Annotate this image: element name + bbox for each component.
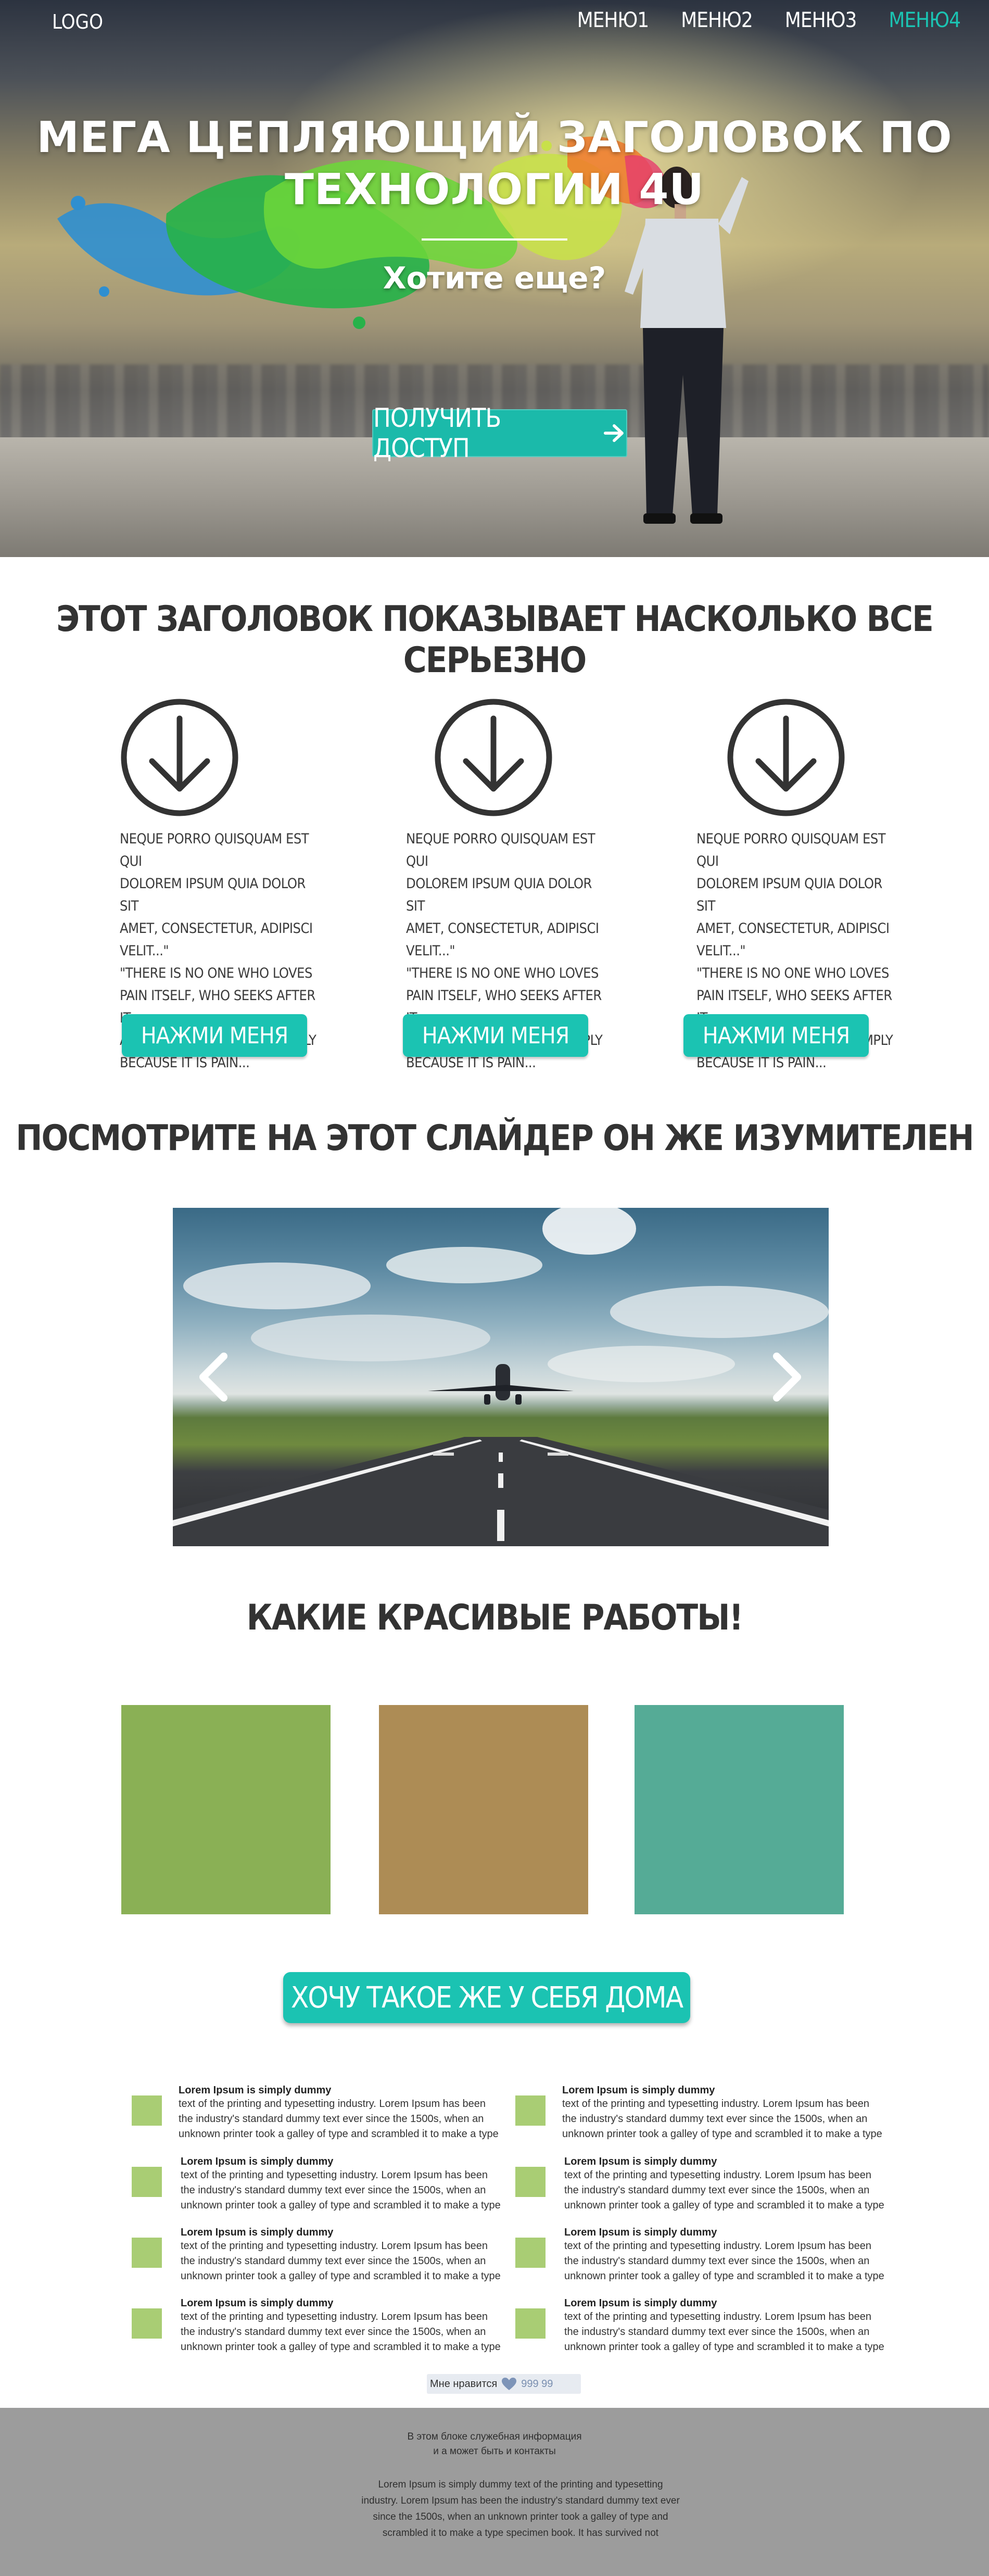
logo[interactable]: LOGO — [52, 10, 103, 33]
menu-item-4[interactable]: МЕНЮ4 — [889, 8, 961, 32]
item-square-icon — [132, 2095, 162, 2126]
heart-icon — [502, 2378, 517, 2390]
item-title: Lorem Ipsum is simply dummy — [564, 2156, 717, 2167]
press-me-button[interactable]: НАЖМИ МЕНЯ — [683, 1014, 869, 1057]
item-title: Lorem Ipsum is simply dummy — [181, 2227, 334, 2238]
work-tile-2[interactable] — [379, 1705, 588, 1914]
hero-subtitle: Хотите еще? — [383, 260, 606, 296]
item-text: text of the printing and typesetting ind… — [181, 2240, 501, 2282]
get-access-label: ПОЛУЧИТЬ ДОСТУП — [373, 403, 501, 463]
image-slider[interactable] — [173, 1208, 829, 1546]
footer: В этом блоке служебная информация и а мо… — [0, 2408, 989, 2576]
chevron-left-icon[interactable] — [193, 1348, 234, 1406]
item-square-icon — [515, 2167, 546, 2197]
press-me-button[interactable]: НАЖМИ МЕНЯ — [122, 1014, 307, 1057]
like-count: 999 99 — [521, 2378, 553, 2390]
slider-title: ПОСМОТРИТЕ НА ЭТОТ СЛАЙДЕР ОН ЖЕ ИЗУМИТЕ… — [16, 1118, 974, 1159]
item-square-icon — [132, 2167, 162, 2197]
chevron-right-icon[interactable] — [766, 1348, 808, 1406]
hero-title-line1: МЕГА ЦЕПЛЯЮЩИЙ ЗАГОЛОВОК ПО — [36, 113, 953, 162]
menu-item-3[interactable]: МЕНЮ3 — [785, 8, 857, 32]
main-menu: МЕНЮ1 МЕНЮ2 МЕНЮ3 МЕНЮ4 — [577, 8, 961, 32]
item-title: Lorem Ipsum is simply dummy — [564, 2227, 717, 2238]
item-square-icon — [515, 2308, 546, 2339]
item-title: Lorem Ipsum is simply dummy — [564, 2297, 717, 2309]
airplane-runway-slide — [173, 1208, 829, 1546]
hero-title: МЕГА ЦЕПЛЯЮЩИЙ ЗАГОЛОВОК ПО ТЕХНОЛОГИИ 4… — [0, 112, 989, 216]
hero-divider — [422, 238, 567, 241]
features-title: ЭТОТ ЗАГОЛОВОК ПОКАЗЫВАЕТ НАСКОЛЬКО ВСЕ … — [56, 599, 934, 681]
circle-arrow-down-icon — [435, 699, 552, 816]
item-text: text of the printing and typesetting ind… — [564, 2169, 884, 2211]
item-text: text of the printing and typesetting ind… — [562, 2098, 882, 2140]
circle-arrow-down-icon — [121, 699, 238, 816]
like-widget[interactable]: Мне нравится 999 99 — [427, 2374, 581, 2394]
item-title: Lorem Ipsum is simply dummy — [562, 2085, 715, 2096]
item-square-icon — [515, 2095, 546, 2126]
want-at-home-button[interactable]: ХОЧУ ТАКОЕ ЖЕ У СЕБЯ ДОМА — [283, 1972, 690, 2023]
press-me-button[interactable]: НАЖМИ МЕНЯ — [403, 1014, 588, 1057]
footer-about-text: Lorem Ipsum is simply dummy text of the … — [361, 2479, 680, 2539]
works-title: КАКИЕ КРАСИВЫЕ РАБОТЫ! — [246, 1597, 744, 1638]
work-tile-1[interactable] — [121, 1705, 331, 1914]
hero-section: LOGO МЕНЮ1 МЕНЮ2 МЕНЮ3 МЕНЮ4 МЕГА ЦЕПЛЯЮ… — [0, 0, 989, 557]
like-label: Мне нравится — [430, 2378, 498, 2390]
item-title: Lorem Ipsum is simply dummy — [179, 2085, 332, 2096]
item-text: text of the printing and typesetting ind… — [179, 2098, 499, 2140]
hero-title-line2: ТЕХНОЛОГИИ 4U — [284, 165, 704, 214]
item-title: Lorem Ipsum is simply dummy — [181, 2297, 334, 2309]
item-text: text of the printing and typesetting ind… — [564, 2311, 884, 2353]
work-tile-3[interactable] — [635, 1705, 844, 1914]
item-square-icon — [515, 2238, 546, 2268]
item-title: Lorem Ipsum is simply dummy — [181, 2156, 334, 2167]
footer-service-info: В этом блоке служебная информация и а мо… — [407, 2431, 582, 2457]
item-square-icon — [132, 2238, 162, 2268]
item-text: text of the printing and typesetting ind… — [181, 2311, 501, 2353]
circle-arrow-down-icon — [727, 699, 845, 816]
menu-item-2[interactable]: МЕНЮ2 — [681, 8, 753, 32]
item-text: text of the printing and typesetting ind… — [564, 2240, 884, 2282]
menu-item-1[interactable]: МЕНЮ1 — [577, 8, 650, 32]
get-access-button[interactable]: ПОЛУЧИТЬ ДОСТУП — [372, 403, 627, 463]
arrow-right-icon — [604, 424, 624, 443]
item-text: text of the printing and typesetting ind… — [181, 2169, 501, 2211]
item-square-icon — [132, 2308, 162, 2339]
